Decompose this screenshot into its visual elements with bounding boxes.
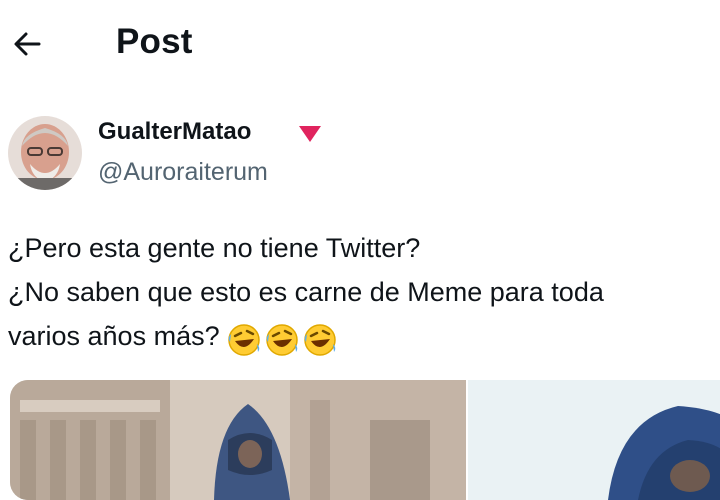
avatar-image [8, 116, 82, 190]
tweet-line: ¿Pero esta gente no tiene Twitter? [8, 233, 421, 263]
emoji-group [226, 316, 340, 360]
media-photo-right[interactable] [468, 380, 720, 500]
page-title: Post [116, 22, 193, 61]
tweet-media[interactable] [10, 380, 720, 500]
tweet-text: ¿Pero esta gente no tiene Twitter? ¿No s… [8, 226, 720, 360]
tweet-line-text: varios años más? [8, 321, 220, 351]
rolling-on-floor-laughing-icon [303, 324, 336, 356]
media-photo-left[interactable] [10, 380, 466, 500]
tweet-line: ¿No saben que esto es carne de Meme para… [8, 277, 604, 307]
red-triangle-icon [299, 126, 321, 142]
rolling-on-floor-laughing-icon [265, 324, 298, 356]
arrow-left-icon [14, 32, 41, 56]
rolling-on-floor-laughing-icon [227, 324, 260, 356]
post-header: Post [0, 0, 720, 84]
author-name[interactable]: GualterMatao [98, 118, 251, 146]
avatar[interactable] [8, 116, 82, 190]
author-handle[interactable]: @Auroraiterum [98, 158, 268, 187]
back-button[interactable] [8, 24, 48, 64]
tweet-line-last: varios años más? [8, 314, 720, 360]
